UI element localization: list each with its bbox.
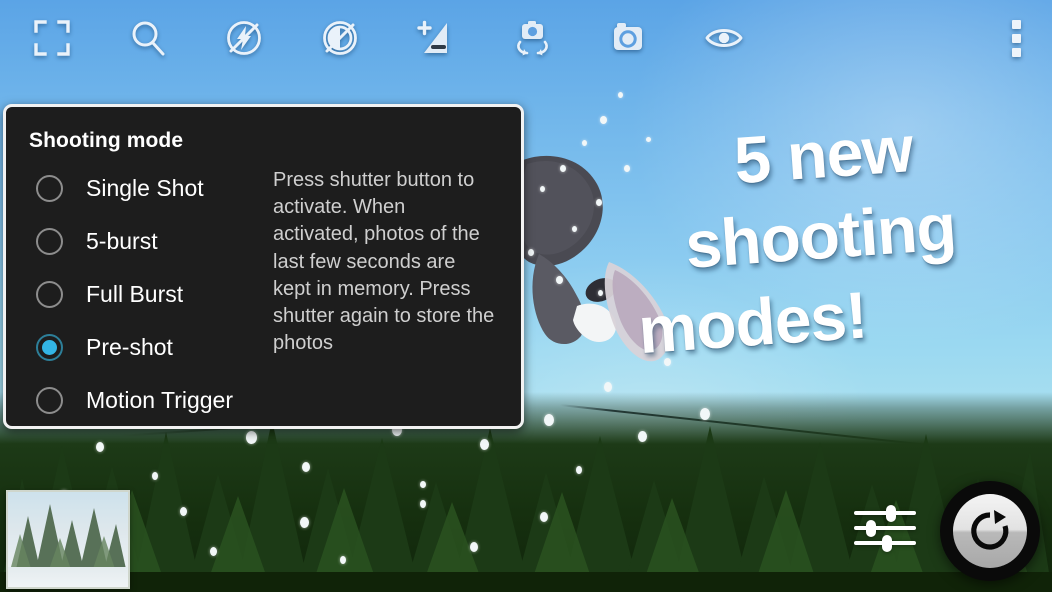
shutter-inner — [953, 494, 1027, 568]
snowboarder-subject — [505, 150, 680, 380]
shooting-mode-dialog: Shooting mode Single Shot 5-burst Full B… — [3, 104, 524, 429]
camera-mode-icon[interactable] — [580, 0, 676, 76]
radio-indicator-selected[interactable] — [36, 334, 63, 361]
radio-indicator[interactable] — [36, 281, 63, 308]
radio-option-pre-shot[interactable]: Pre-shot — [36, 321, 259, 374]
hdr-off-icon[interactable] — [292, 0, 388, 76]
mode-description-column: Press shutter button to activate. When a… — [259, 153, 511, 426]
radio-option-full-burst[interactable]: Full Burst — [36, 268, 259, 321]
zoom-icon[interactable] — [100, 0, 196, 76]
radio-option-label: Single Shot — [86, 175, 204, 201]
radio-option-label: Motion Trigger — [86, 387, 234, 413]
radio-option-label: Full Burst — [86, 281, 184, 307]
radio-option-label: Pre-shot — [86, 334, 173, 360]
dialog-title: Shooting mode — [29, 129, 184, 152]
radio-indicator[interactable] — [36, 228, 63, 255]
thumbnail-overlay — [8, 492, 128, 587]
radio-indicator[interactable] — [36, 387, 63, 414]
preview-eye-icon[interactable] — [676, 0, 772, 76]
radio-option-5-burst[interactable]: 5-burst — [36, 215, 259, 268]
camera-toolbar — [0, 0, 1052, 76]
three-dots — [1011, 19, 1021, 57]
exposure-compensation-icon[interactable] — [388, 0, 484, 76]
radio-option-label: 5-burst — [86, 228, 158, 254]
settings-sliders-icon[interactable] — [852, 500, 918, 556]
overflow-menu-icon[interactable] — [980, 0, 1052, 76]
camera-app-screen: Shooting mode Single Shot 5-burst Full B… — [0, 0, 1052, 592]
dialog-body: Single Shot 5-burst Full Burst Pre-shot — [6, 153, 521, 426]
last-photo-thumbnail[interactable] — [6, 490, 130, 589]
shutter-button[interactable] — [940, 481, 1040, 581]
radio-indicator[interactable] — [36, 175, 63, 202]
radio-option-motion-trigger[interactable]: Motion Trigger — [36, 374, 259, 426]
flash-off-icon[interactable] — [196, 0, 292, 76]
rotate-refresh-icon — [971, 510, 1009, 550]
switch-camera-icon[interactable] — [484, 0, 580, 76]
radio-option-single-shot[interactable]: Single Shot — [36, 162, 259, 215]
shooting-mode-radio-group: Single Shot 5-burst Full Burst Pre-shot — [6, 153, 259, 426]
mode-description: Press shutter button to activate. When a… — [273, 169, 495, 355]
focus-frame-icon[interactable] — [4, 0, 100, 76]
